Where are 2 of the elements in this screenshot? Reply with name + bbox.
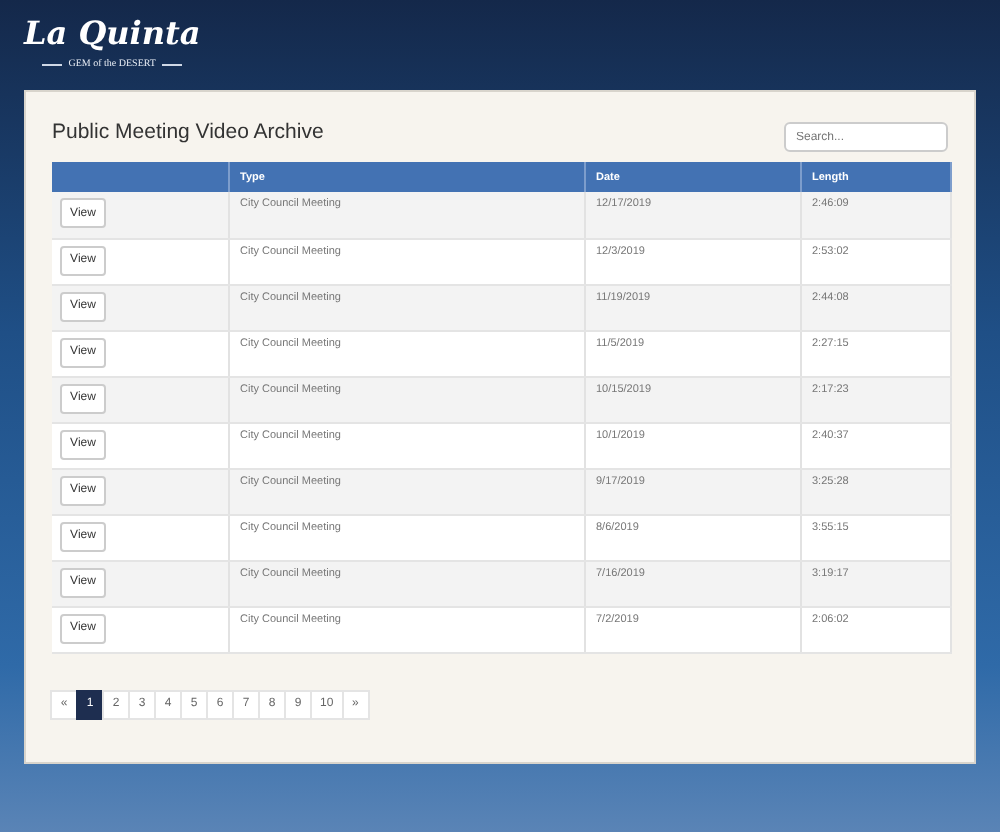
logo-text[interactable]: La Quinta [24,8,201,60]
page-title: Public Meeting Video Archive [52,120,324,148]
